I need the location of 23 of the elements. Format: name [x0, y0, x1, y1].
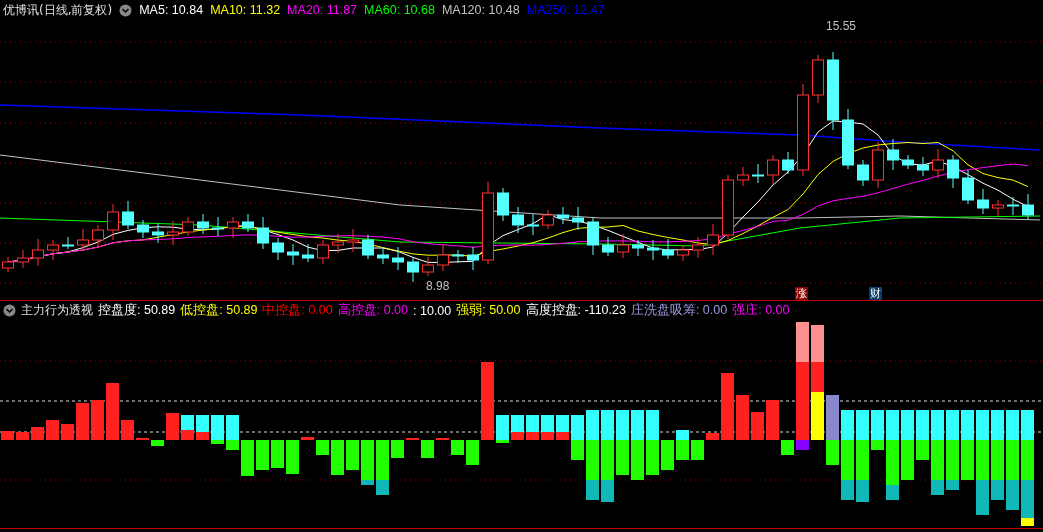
indicator-value: 高度控盘: -110.23 — [525, 302, 626, 319]
moving-average-value: MA250: 12.47 — [526, 3, 605, 17]
indicator-value: : 10.00 — [413, 303, 452, 318]
moving-average-value: MA120: 10.48 — [441, 3, 520, 17]
indicator-value: 庄洗盘吸筹: 0.00 — [630, 302, 728, 319]
indicator-value: 高控盘: 0.00 — [337, 302, 409, 319]
moving-average-value: MA20: 11.87 — [287, 3, 358, 17]
indicator-value: 强弱: 50.00 — [456, 302, 521, 319]
event-badge[interactable]: 涨 — [795, 287, 808, 300]
moving-average-value: MA10: 11.32 — [210, 3, 281, 17]
indicator-value: 低控盘: 50.89 — [180, 302, 258, 319]
indicator-value: 控盘度: 50.89 — [98, 302, 176, 319]
dropdown-icon[interactable] — [119, 3, 133, 17]
indicator-value: 强庄: 0.00 — [732, 302, 790, 319]
dropdown-icon[interactable] — [3, 304, 16, 317]
high-price-label: 15.55 — [826, 20, 857, 33]
moving-average-value: MA60: 10.68 — [364, 3, 435, 17]
chart-title: 优博讯(日线,前复权) — [3, 1, 113, 19]
indicator-value: 中控盘: 0.00 — [262, 302, 333, 319]
low-price-label: 8.98 — [426, 279, 450, 293]
moving-average-value: MA5: 10.84 — [139, 3, 204, 17]
event-badge[interactable]: 财 — [869, 287, 882, 300]
indicator-title: 主力行为透视 — [21, 302, 93, 319]
